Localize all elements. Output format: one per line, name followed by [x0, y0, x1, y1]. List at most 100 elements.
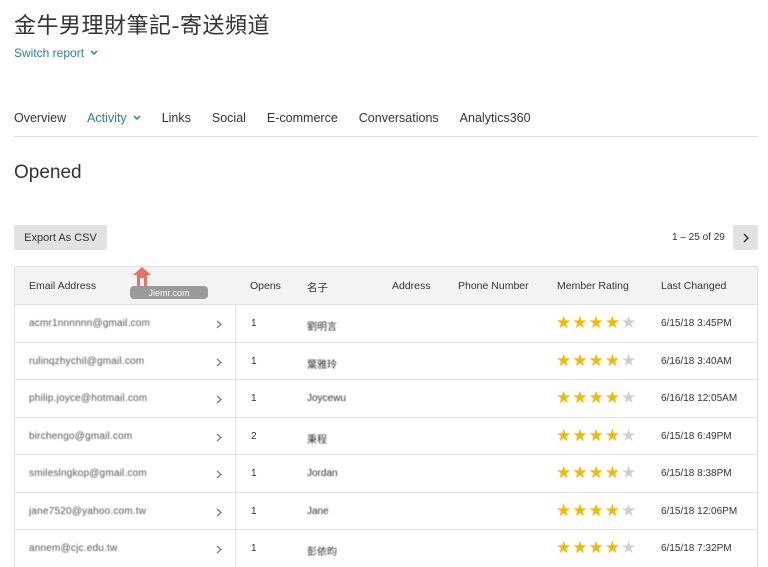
email-cell[interactable]: jane7520@yahoo.com.tw: [29, 506, 146, 517]
member-rating: ★ ★ ★ ★ ★: [556, 350, 637, 370]
tab-label: Links: [161, 111, 191, 125]
star-icon: ★: [556, 463, 572, 482]
table-row[interactable]: smileslngkop@gmail.com 1 Jordan ★ ★ ★ ★ ★ 6/15/1…: [15, 455, 757, 493]
column-address[interactable]: Address: [392, 280, 431, 292]
column-last-changed[interactable]: Last Changed: [661, 280, 726, 292]
tab-ecommerce[interactable]: E-commerce: [267, 108, 338, 128]
member-rating: ★ ★ ★ ★ ★: [556, 389, 636, 407]
last-changed-cell: 6/15/18 3:45PM: [661, 318, 732, 329]
star-icon: ★: [556, 350, 572, 370]
last-changed-cell: 6/15/18 7:32PM: [661, 543, 732, 554]
member-rating: ★ ★ ★ ★ ★: [556, 539, 636, 557]
column-member-rating[interactable]: Member Rating: [557, 280, 629, 292]
star-icon: ★: [572, 463, 588, 482]
email-cell[interactable]: birchengo@gmail.com: [29, 431, 132, 442]
tab-social[interactable]: Social: [212, 108, 246, 128]
column-divider: [235, 305, 236, 342]
chevron-down-icon: [90, 50, 98, 56]
member-rating: ★ ★ ★ ★ ★: [556, 314, 636, 332]
star-icon: ★: [556, 313, 572, 332]
column-divider: [235, 492, 236, 529]
chevron-right-icon[interactable]: [216, 508, 222, 517]
last-changed-cell: 6/15/18 12:06PM: [661, 505, 738, 517]
star-icon: ★: [588, 313, 604, 332]
table-row[interactable]: acmr1nnnnnn@gmail.com 1 劉明言 ★ ★ ★ ★ ★ 6/15/18 3:…: [15, 305, 757, 343]
star-icon: ★: [588, 500, 604, 520]
column-divider: [235, 417, 236, 454]
star-icon: ★: [621, 388, 637, 407]
star-icon: ★: [588, 425, 604, 445]
star-icon: ★: [572, 425, 588, 445]
star-icon: ★: [572, 350, 588, 370]
opens-cell: 1: [251, 393, 257, 404]
column-divider: [235, 455, 236, 492]
chevron-right-icon[interactable]: [216, 470, 222, 479]
last-changed-cell: 6/15/18 8:38PM: [661, 468, 732, 479]
chevron-right-icon[interactable]: [216, 320, 222, 329]
star-icon: ★: [604, 388, 620, 407]
star-icon: ★: [588, 350, 604, 370]
opened-table: Email Address Opens 名子 Address Phone Num…: [14, 266, 758, 567]
email-cell[interactable]: annem@cjc.edu.tw: [29, 543, 117, 554]
table-row[interactable]: annem@cjc.edu.tw 1 彭依昀 ★ ★ ★ ★ ★ 6/15/18 7:32PM: [15, 530, 757, 567]
tab-label: Activity: [87, 111, 127, 125]
star-icon: ★: [588, 388, 604, 407]
tab-conversations[interactable]: Conversations: [359, 108, 439, 128]
star-icon: ★: [572, 538, 588, 557]
star-icon: ★: [621, 500, 637, 520]
tab-links[interactable]: Links: [162, 108, 191, 128]
name-cell: 秉程: [307, 434, 327, 446]
star-icon: ★: [604, 313, 620, 332]
star-icon: ★: [621, 425, 637, 445]
name-cell: 彭依昀: [307, 547, 337, 558]
star-icon: ★: [621, 538, 637, 557]
table-row[interactable]: birchengo@gmail.com 2 秉程 ★ ★ ★ ★ ★ 6/15/18 6:49P…: [15, 417, 757, 455]
column-name[interactable]: 名子: [307, 280, 328, 295]
column-divider: [235, 380, 236, 417]
column-divider: [235, 530, 236, 567]
opens-cell: 1: [251, 505, 257, 517]
tab-overview[interactable]: Overview: [14, 108, 66, 128]
email-cell[interactable]: rulinqzhychil@gmail.com: [29, 356, 144, 367]
email-cell[interactable]: smileslngkop@gmail.com: [29, 468, 147, 479]
star-icon: ★: [604, 463, 620, 482]
chevron-right-icon[interactable]: [216, 358, 222, 367]
tab-analytics360[interactable]: Analytics360: [460, 108, 531, 128]
tab-activity[interactable]: Activity: [87, 108, 141, 128]
table-row[interactable]: jane7520@yahoo.com.tw 1 Jane ★ ★ ★ ★ ★ 6/15/18 1…: [15, 492, 757, 530]
table-row[interactable]: philip.joyce@hotmail.com 1 Joycewu ★ ★ ★ ★ ★ 6/1…: [15, 380, 757, 418]
last-changed-cell: 6/16/18 3:40AM: [661, 355, 732, 367]
next-page-button[interactable]: [733, 225, 758, 250]
watermark-logo-icon: [133, 267, 151, 287]
star-icon: ★: [556, 538, 572, 557]
export-csv-button[interactable]: Export As CSV: [14, 225, 107, 250]
member-rating: ★ ★ ★ ★ ★: [556, 464, 636, 482]
switch-report-label: Switch report: [14, 46, 85, 60]
table-row[interactable]: rulinqzhychil@gmail.com 1 葉雅玲 ★ ★ ★ ★ ★ 6/16/18 …: [15, 342, 757, 380]
star-icon: ★: [604, 425, 620, 445]
chevron-right-icon: [742, 232, 749, 243]
watermark-text: Jiemr.com: [130, 286, 208, 299]
chevron-right-icon[interactable]: [216, 545, 222, 554]
star-icon: ★: [621, 350, 637, 370]
star-icon: ★: [556, 388, 572, 407]
switch-report-dropdown[interactable]: Switch report: [14, 46, 98, 60]
opens-cell: 1: [251, 543, 257, 554]
name-cell: Jordan: [307, 468, 338, 479]
star-icon: ★: [556, 425, 572, 445]
page-title: 金牛男理財筆記-寄送頻道: [14, 14, 270, 39]
column-opens[interactable]: Opens: [250, 280, 281, 292]
column-divider: [235, 342, 236, 379]
column-phone[interactable]: Phone Number: [458, 280, 529, 292]
email-cell[interactable]: acmr1nnnnnn@gmail.com: [29, 318, 150, 329]
chevron-down-icon: [133, 115, 141, 121]
column-email[interactable]: Email Address: [29, 280, 96, 292]
tab-label: E-commerce: [266, 111, 338, 125]
chevron-right-icon[interactable]: [216, 395, 222, 404]
star-icon: ★: [572, 500, 588, 520]
email-cell[interactable]: philip.joyce@hotmail.com: [29, 393, 147, 404]
star-icon: ★: [588, 463, 604, 482]
star-icon: ★: [572, 388, 588, 407]
star-icon: ★: [588, 538, 604, 557]
chevron-right-icon[interactable]: [216, 433, 222, 442]
